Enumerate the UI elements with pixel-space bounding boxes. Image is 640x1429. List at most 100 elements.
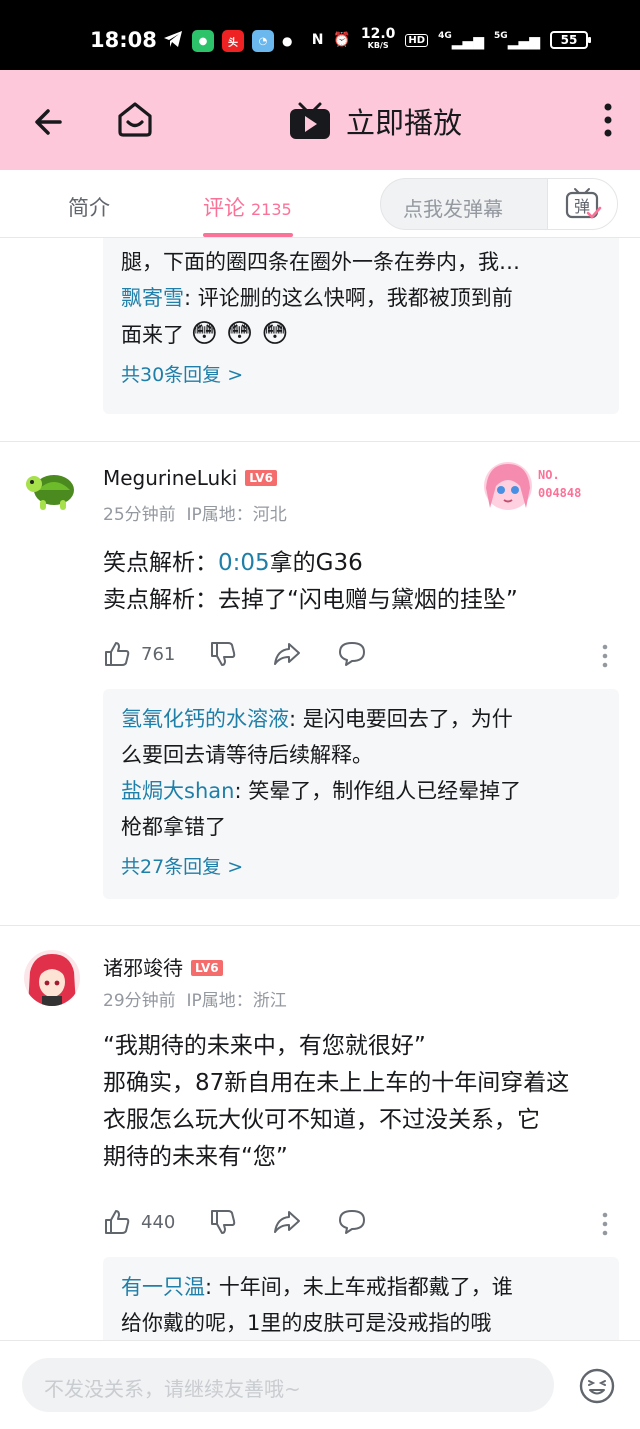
divider: [0, 925, 640, 926]
dislike-button[interactable]: [209, 640, 237, 668]
reply-preview-box[interactable]: 有一只温: 十年间，未上车戒指都戴了，谁 给你戴的呢，1里的皮肤可是没戒指的哦: [103, 1257, 619, 1340]
view-replies-link[interactable]: 共27条回复 >: [121, 849, 601, 885]
emoji-button[interactable]: [578, 1367, 616, 1405]
username: 诸邪竣待: [103, 956, 183, 980]
alarm-icon: ⏰: [333, 32, 351, 48]
fan-badge[interactable]: NO. 004848: [480, 458, 610, 518]
reply-preview-box[interactable]: 氢氧化钙的水溶液: 是闪电要回去了，为什 么要回去请等待后续解释。 盐焗大sha…: [103, 689, 619, 899]
status-bar: 18:08 ● 头 ◔ ● N ⏰ 12.0 KB/S HD 4G▂▄▆ 5G▂…: [0, 0, 640, 70]
reply-text: : 十年间，未上车戒指都戴了，谁: [205, 1275, 513, 1299]
fan-number: NO. 004848: [538, 466, 581, 502]
danmaku-toggle-button[interactable]: 弹: [547, 179, 617, 229]
telegram-icon: [162, 28, 184, 54]
play-now-label: 立即播放: [346, 106, 463, 140]
share-button[interactable]: [272, 1208, 302, 1236]
tab-comments-label: 评论: [203, 196, 245, 220]
reply-username[interactable]: 有一只温: [121, 1275, 205, 1299]
reply-text: : 笑晕了，制作组人已经晕掉了: [234, 779, 522, 803]
nfc-icon: N: [311, 32, 324, 48]
divider: [0, 441, 640, 442]
comment-body: 笑点解析：0:05拿的G36 卖点解析：去掉了“闪电赠与黛烟的挂坠”: [103, 545, 618, 619]
comment-text-part: 拿的G36: [269, 550, 363, 576]
thumbs-down-icon: [211, 642, 236, 666]
more-notifications-dot-icon: ●: [282, 34, 293, 48]
comment-list[interactable]: 腿，下面的圈四条在圈外一条在券内，我… 飘寄雪: 评论删的这么快啊，我都被顶到前…: [0, 238, 640, 1340]
kebab-icon: [602, 644, 608, 668]
reply-button[interactable]: [337, 640, 367, 668]
comment-line: 那确实，87新自用在未上上车的十年间穿着这: [103, 1070, 570, 1096]
comment-author[interactable]: 诸邪竣待 LV6: [103, 952, 223, 981]
comment-more-button[interactable]: [602, 644, 608, 672]
comment-text-part: 笑点解析：: [103, 550, 218, 576]
battery-icon: 55: [550, 31, 591, 49]
active-tab-indicator: [203, 233, 293, 237]
more-options-button[interactable]: [602, 102, 614, 138]
comment-bubble-icon: [339, 1210, 365, 1234]
fan-number-label: NO.: [538, 468, 560, 482]
tab-intro[interactable]: 简介: [68, 192, 110, 222]
view-replies-link[interactable]: 共30条回复 >: [121, 357, 601, 393]
comment-author[interactable]: MegurineLuki LV6: [103, 466, 277, 490]
signal-5g-icon: 5G▂▄▆: [494, 30, 540, 50]
level-badge: LV6: [245, 470, 277, 486]
toutiao-icon: 头: [222, 30, 244, 52]
reply-text-cont: 面来了: [121, 323, 184, 347]
home-button[interactable]: [114, 98, 156, 140]
danmaku-input[interactable]: 点我发弹幕 弹: [380, 178, 618, 230]
like-count: 761: [141, 643, 176, 665]
comment-line: 笑点解析：0:05拿的G36: [103, 545, 618, 582]
reply-preview-box[interactable]: 腿，下面的圈四条在圈外一条在券内，我… 飘寄雪: 评论删的这么快啊，我都被顶到前…: [103, 238, 619, 414]
level-badge: LV6: [191, 960, 223, 976]
play-now-button[interactable]: 立即播放: [288, 100, 462, 142]
turtle-avatar-icon: [24, 464, 80, 520]
comment-more-button[interactable]: [602, 1212, 608, 1240]
danmaku-placeholder: 点我发弹幕: [403, 197, 503, 221]
reply-item: 飘寄雪: 评论删的这么快啊，我都被顶到前: [121, 280, 601, 316]
reply-text: : 是闪电要回去了，为什: [289, 707, 513, 731]
anime-girl-avatar-icon: [24, 950, 80, 1006]
signal-5g-label: 5G: [494, 30, 508, 41]
comment-line: “我期待的未来中，有您就很好”: [103, 1033, 426, 1059]
share-button[interactable]: [272, 640, 302, 668]
anime-fan-badge-icon: [484, 462, 532, 510]
dislike-button[interactable]: [209, 1208, 237, 1236]
net-speed-value: 12.0: [360, 26, 396, 42]
ip-location: IP属地：河北: [186, 505, 287, 525]
back-button[interactable]: [30, 102, 70, 142]
top-bar: 立即播放: [0, 70, 640, 170]
share-icon: [274, 643, 300, 665]
comment-meta: 25分钟前 IP属地：河北: [103, 500, 287, 525]
reply-line: 枪都拿错了: [121, 815, 226, 839]
hd-icon: HD: [405, 33, 429, 47]
avatar[interactable]: [24, 950, 80, 1006]
like-button[interactable]: 761: [103, 640, 175, 668]
reply-line: 么要回去请等待后续解释。: [121, 743, 373, 767]
flushed-emoji: 😳 😳 😳: [190, 319, 289, 349]
reply-item: 有一只温: 十年间，未上车戒指都戴了，谁: [121, 1269, 601, 1305]
reply-button[interactable]: [337, 1208, 367, 1236]
danmaku-icon: 弹: [565, 188, 601, 219]
tv-play-icon: [290, 102, 330, 139]
reply-line: 面来了 😳 😳 😳: [121, 316, 601, 353]
video-timestamp-link[interactable]: 0:05: [218, 550, 270, 576]
comment-body: “我期待的未来中，有您就很好” 那确实，87新自用在未上上车的十年间穿着这 衣服…: [103, 1028, 618, 1176]
thumbs-up-icon: [105, 1210, 130, 1234]
avatar[interactable]: [24, 464, 80, 520]
emoji-face-icon: [579, 1368, 615, 1404]
reply-text: : 评论删的这么快啊，我都被顶到前: [184, 286, 513, 310]
reply-line: 给你戴的呢，1里的皮肤可是没戒指的哦: [121, 1311, 492, 1335]
reply-item: 盐焗大shan: 笑晕了，制作组人已经晕掉了: [121, 773, 601, 809]
share-icon: [274, 1211, 300, 1233]
comment-time: 29分钟前: [103, 991, 176, 1011]
wechat-icon: ●: [192, 30, 214, 52]
reply-username[interactable]: 盐焗大shan: [121, 779, 234, 803]
comment-meta: 29分钟前 IP属地：浙江: [103, 986, 287, 1011]
reply-username[interactable]: 氢氧化钙的水溶液: [121, 707, 289, 731]
ip-location: IP属地：浙江: [186, 991, 287, 1011]
tab-comments[interactable]: 评论 2135: [203, 192, 292, 222]
comment-time: 25分钟前: [103, 505, 176, 525]
comment-input[interactable]: 不发没关系，请继续友善哦~: [22, 1358, 554, 1412]
like-button[interactable]: 440: [103, 1208, 175, 1236]
reply-username[interactable]: 飘寄雪: [121, 286, 184, 310]
like-count: 440: [141, 1211, 176, 1233]
